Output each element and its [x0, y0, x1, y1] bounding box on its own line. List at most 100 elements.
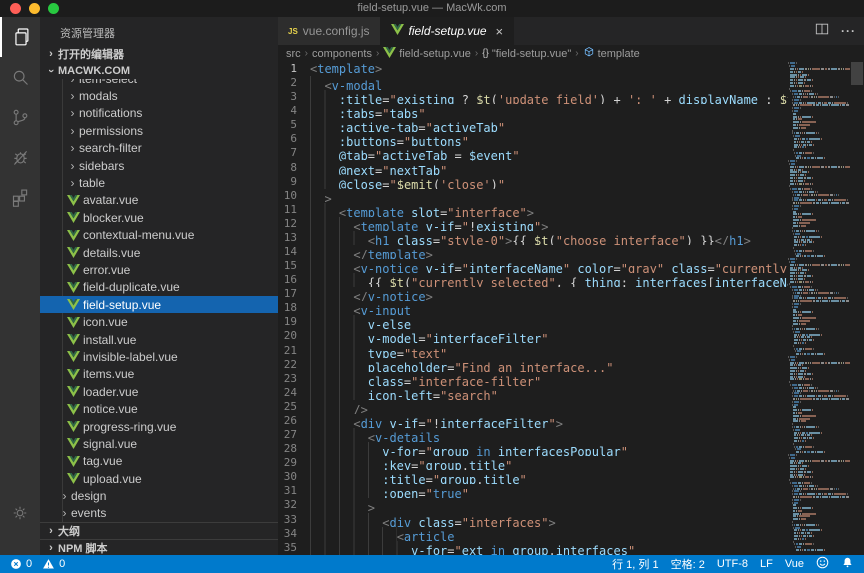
feedback-smiley-icon[interactable]	[816, 556, 829, 572]
notifications-bell-icon[interactable]	[841, 556, 854, 572]
source-control-icon[interactable]	[0, 97, 40, 137]
tree-item-install-vue[interactable]: install.vue	[40, 331, 278, 348]
language-mode[interactable]: Vue	[785, 558, 804, 570]
more-actions-icon[interactable]: ···	[841, 24, 856, 38]
code-text: :title="existing ? $t('update_field') + …	[310, 90, 788, 104]
tree-item-avatar-vue[interactable]: avatar.vue	[40, 192, 278, 209]
indentation-setting[interactable]: 空格: 2	[671, 556, 705, 572]
tree-item-item-select[interactable]: ›item-select	[40, 79, 278, 87]
breadcrumb-item[interactable]: components	[312, 48, 372, 60]
tree-item-design[interactable]: ›design	[40, 487, 278, 504]
tree-item-permissions[interactable]: ›permissions	[40, 122, 278, 139]
error-count: 0	[26, 558, 32, 570]
breadcrumb-item[interactable]: src	[286, 48, 301, 60]
code-line[interactable]: 33<div class="interfaces">	[278, 513, 864, 527]
tree-item-field-duplicate-vue[interactable]: field-duplicate.vue	[40, 279, 278, 296]
tree-item-modals[interactable]: ›modals	[40, 87, 278, 104]
code-line[interactable]: 27<v-details	[278, 428, 864, 442]
code-line[interactable]: 6:buttons="buttons"	[278, 132, 864, 146]
code-line[interactable]: 30:title="group.title"	[278, 470, 864, 484]
tree-item-search-filter[interactable]: ›search-filter	[40, 140, 278, 157]
tab-vue-config-js[interactable]: JSvue.config.js	[278, 17, 381, 45]
code-line[interactable]: 18<v-input	[278, 301, 864, 315]
tree-item-progress-ring-vue[interactable]: progress-ring.vue	[40, 418, 278, 435]
minimize-window-button[interactable]	[29, 3, 40, 14]
code-line[interactable]: 13<h1 class="style-0">{{ $t("choose_inte…	[278, 231, 864, 245]
outline-section[interactable]: › 大纲	[40, 522, 278, 539]
tree-item-loader-vue[interactable]: loader.vue	[40, 383, 278, 400]
scrollbar-thumb[interactable]	[851, 62, 863, 85]
tree-item-notifications[interactable]: ›notifications	[40, 105, 278, 122]
tree-item-blocker-vue[interactable]: blocker.vue	[40, 209, 278, 226]
editor-scrollbar[interactable]	[850, 62, 864, 555]
tree-item-invisible-label-vue[interactable]: invisible-label.vue	[40, 348, 278, 365]
code-line[interactable]: 17</v-notice>	[278, 287, 864, 301]
code-line[interactable]: 20v-model="interfaceFilter"	[278, 329, 864, 343]
tree-item-sidebars[interactable]: ›sidebars	[40, 157, 278, 174]
code-line[interactable]: 22placeholder="Find an interface..."	[278, 358, 864, 372]
tree-item-notice-vue[interactable]: notice.vue	[40, 400, 278, 417]
vue-file-icon	[66, 317, 80, 328]
debug-icon[interactable]	[0, 137, 40, 177]
code-line[interactable]: 16{{ $t("currently_selected", { thing: i…	[278, 273, 864, 287]
breadcrumb-item[interactable]: template	[583, 46, 640, 61]
encoding-setting[interactable]: UTF-8	[717, 558, 748, 570]
zoom-window-button[interactable]	[48, 3, 59, 14]
tree-item-icon-vue[interactable]: icon.vue	[40, 313, 278, 330]
code-line[interactable]: 32>	[278, 498, 864, 512]
code-line[interactable]: 8@next="nextTab"	[278, 161, 864, 175]
close-window-button[interactable]	[10, 3, 21, 14]
code-line[interactable]: 24icon-left="search"	[278, 386, 864, 400]
tree-item-contextual-menu-vue[interactable]: contextual-menu.vue	[40, 227, 278, 244]
problems-indicator[interactable]: 0 0	[10, 558, 65, 570]
tree-item-items-vue[interactable]: items.vue	[40, 366, 278, 383]
code-line[interactable]: 2<v-modal	[278, 76, 864, 90]
tree-item-signal-vue[interactable]: signal.vue	[40, 435, 278, 452]
tab-field-setup-vue[interactable]: field-setup.vue×	[381, 17, 515, 45]
npm-scripts-section[interactable]: › NPM 脚本	[40, 539, 278, 555]
tree-item-error-vue[interactable]: error.vue	[40, 261, 278, 278]
breadcrumb-item[interactable]: field-setup.vue	[383, 47, 471, 61]
code-line[interactable]: 31:open="true"	[278, 484, 864, 498]
tree-item-upload-vue[interactable]: upload.vue	[40, 470, 278, 487]
tree-item-table[interactable]: ›table	[40, 174, 278, 191]
workspace-section[interactable]: › MACWK.COM	[40, 62, 278, 79]
code-line[interactable]: 7@tab="activeTab = $event"	[278, 146, 864, 160]
code-line[interactable]: 23class="interface-filter"	[278, 372, 864, 386]
close-tab-icon[interactable]: ×	[496, 24, 504, 39]
code-line[interactable]: 14</template>	[278, 245, 864, 259]
code-line[interactable]: 1<template>	[278, 62, 864, 76]
cursor-position[interactable]: 行 1, 列 1	[612, 556, 658, 572]
code-line[interactable]: 9@close="$emit('close')"	[278, 175, 864, 189]
code-editor[interactable]: 1<template>2<v-modal3:title="existing ? …	[278, 62, 864, 555]
code-line[interactable]: 10>	[278, 189, 864, 203]
code-line[interactable]: 28v-for="group in interfacesPopular"	[278, 442, 864, 456]
tree-item-field-setup-vue[interactable]: field-setup.vue	[40, 296, 278, 313]
code-line[interactable]: 5:active-tab="activeTab"	[278, 118, 864, 132]
split-editor-icon[interactable]	[815, 22, 829, 41]
code-line[interactable]: 12<template v-if="!existing">	[278, 217, 864, 231]
code-line[interactable]: 15<v-notice v-if="interfaceName" color="…	[278, 259, 864, 273]
code-line[interactable]: 25/>	[278, 400, 864, 414]
search-icon[interactable]	[0, 57, 40, 97]
open-editors-section[interactable]: › 打开的编辑器	[40, 45, 278, 62]
tree-item-events[interactable]: ›events	[40, 505, 278, 522]
explorer-icon[interactable]	[0, 17, 40, 57]
code-line[interactable]: 3:title="existing ? $t('update_field') +…	[278, 90, 864, 104]
code-line[interactable]: 26<div v-if="!interfaceFilter">	[278, 414, 864, 428]
code-line[interactable]: 34<article	[278, 527, 864, 541]
tree-item-details-vue[interactable]: details.vue	[40, 244, 278, 261]
code-line[interactable]: 4:tabs="tabs"	[278, 104, 864, 118]
extensions-icon[interactable]	[0, 177, 40, 217]
code-line[interactable]: 21type="text"	[278, 344, 864, 358]
settings-gear-icon[interactable]	[0, 493, 40, 533]
code-line[interactable]: 35v-for="ext in group.interfaces"	[278, 541, 864, 555]
minimap[interactable]	[788, 62, 850, 555]
code-line[interactable]: 29:key="group.title"	[278, 456, 864, 470]
code-line[interactable]: 11<template slot="interface">	[278, 203, 864, 217]
breadcrumb-item[interactable]: {}"field-setup.vue"	[482, 48, 571, 60]
eol-setting[interactable]: LF	[760, 558, 773, 570]
code-line[interactable]: 19v-else	[278, 315, 864, 329]
title-bar[interactable]: field-setup.vue — MacWk.com	[0, 0, 864, 17]
tree-item-tag-vue[interactable]: tag.vue	[40, 453, 278, 470]
